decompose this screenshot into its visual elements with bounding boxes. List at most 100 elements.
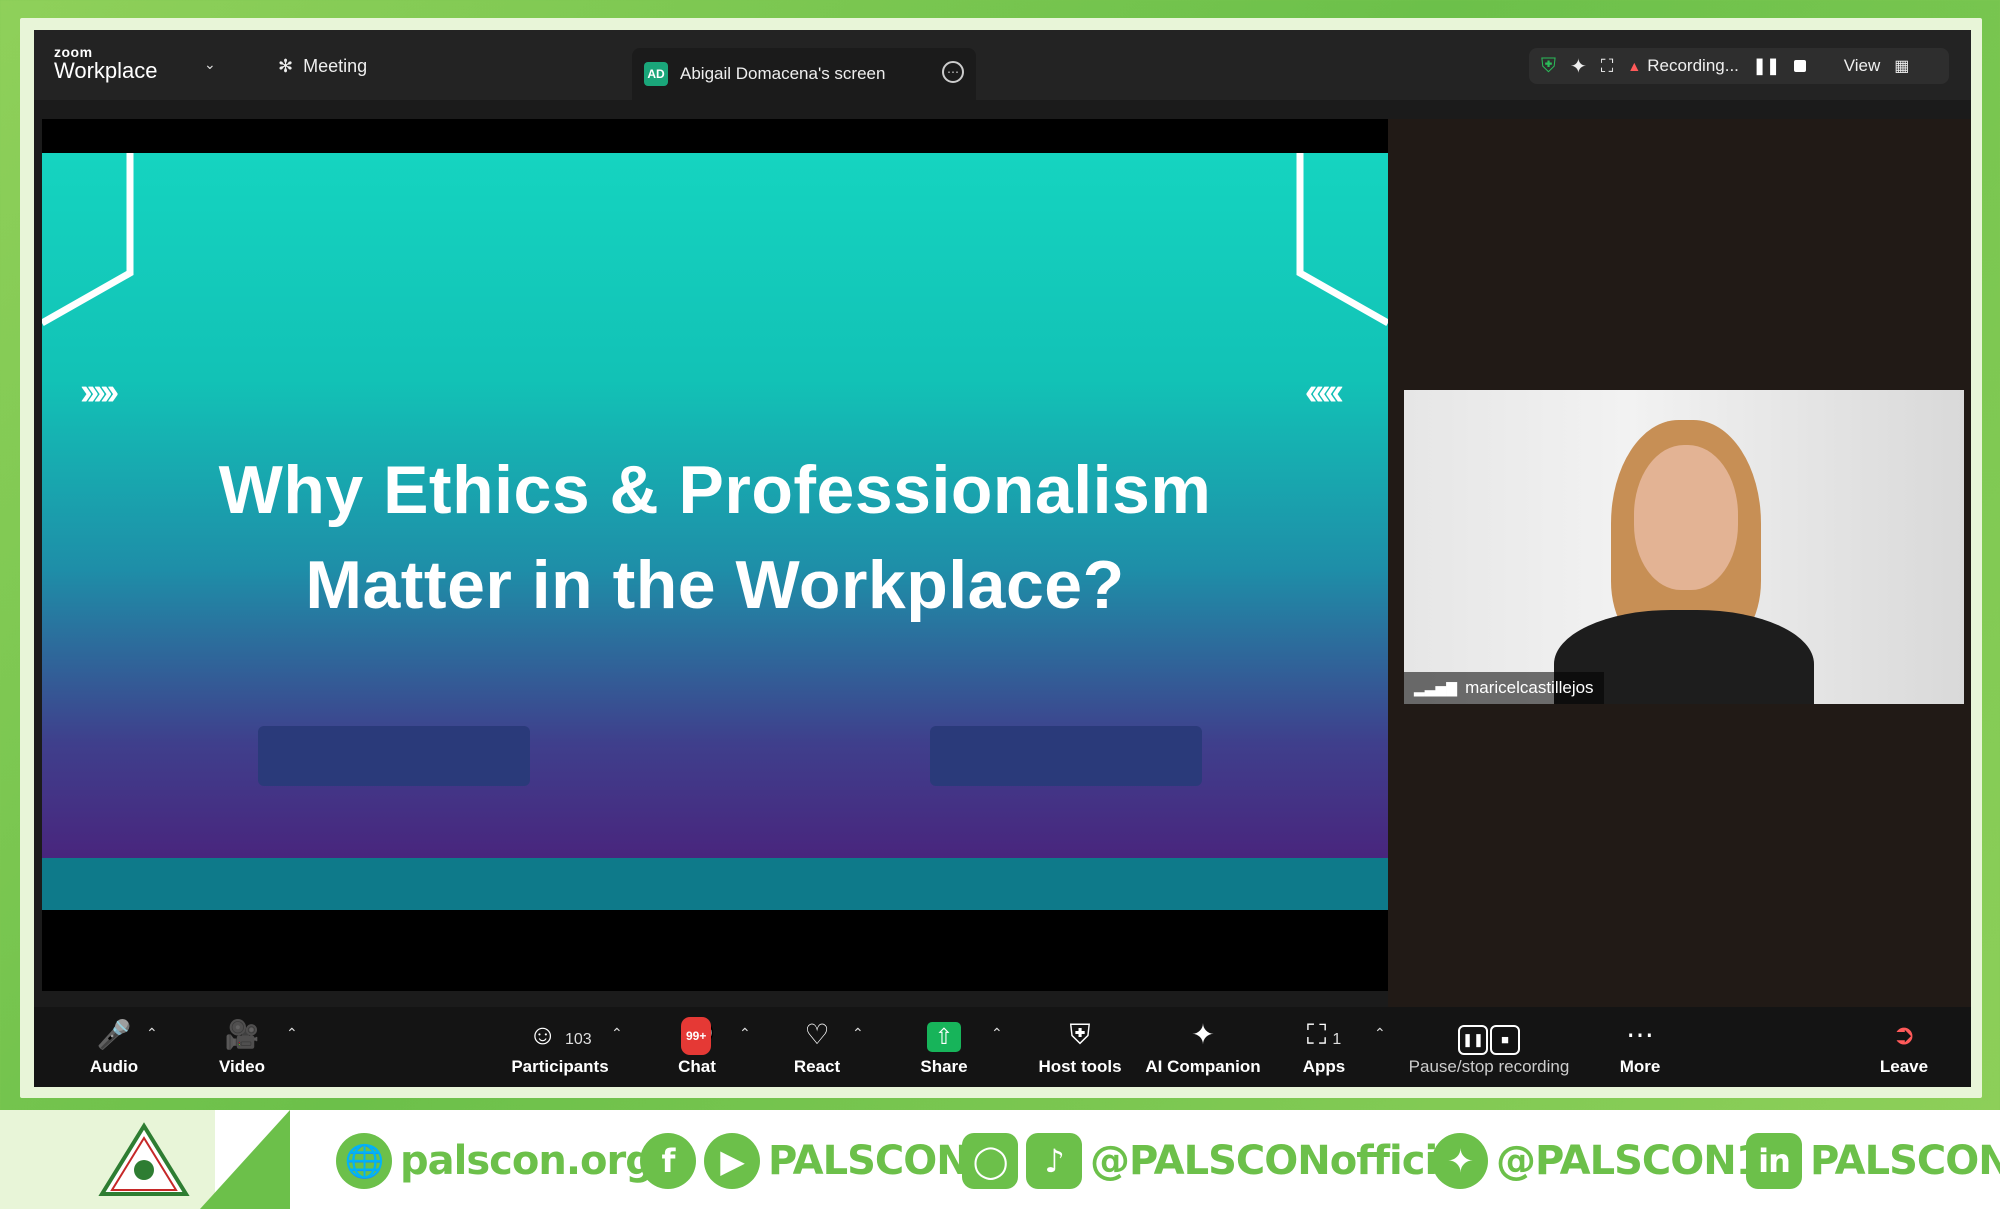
share-button[interactable]: ⇧ Share <box>904 1017 984 1077</box>
share-options-caret[interactable]: ⌃ <box>991 1025 1003 1042</box>
website-link[interactable]: 🌐 palscon.org <box>336 1133 654 1189</box>
host-tools-label: Host tools <box>1038 1057 1122 1076</box>
apps-options-caret[interactable]: ⌃ <box>1374 1025 1386 1042</box>
twitter-icon: ✦ <box>1432 1133 1488 1189</box>
audio-button[interactable]: 🎤 Audio <box>74 1017 154 1077</box>
leave-icon: ➲ <box>1892 1019 1916 1050</box>
slide-corner-left <box>42 153 134 327</box>
participant-name: maricelcastillejos <box>1465 678 1594 697</box>
apps-button[interactable]: ⛶ 1 Apps <box>1284 1017 1364 1077</box>
participant-video[interactable]: ▂▃▅▇ maricelcastillejos <box>1404 390 1964 704</box>
website-text: palscon.org <box>400 1138 654 1184</box>
slide-arrows-left: ››››› <box>80 371 119 413</box>
chat-button[interactable]: 💬99+ Chat <box>657 1017 737 1077</box>
instagram-tiktok-link[interactable]: ◯ ♪ @PALSCONofficial <box>962 1133 1477 1189</box>
twitter-link[interactable]: ✦ @PALSCON1 <box>1432 1133 1764 1189</box>
more-options-icon[interactable]: ⋯ <box>942 61 964 83</box>
facebook-youtube-link[interactable]: f ▶ PALSCON <box>640 1133 970 1189</box>
slide-title-line2: Matter in the Workplace? <box>305 547 1125 623</box>
shared-screen-tab[interactable]: AD Abigail Domacena's screen ⋯ <box>632 48 976 100</box>
fb-yt-handle: PALSCON <box>768 1138 970 1184</box>
chevron-down-icon[interactable]: ⌄ <box>204 56 216 73</box>
linkedin-icon: in <box>1746 1133 1802 1189</box>
ai-companion-button[interactable]: ✦ AI Companion <box>1138 1017 1268 1077</box>
video-options-caret[interactable]: ⌃ <box>286 1025 298 1042</box>
presentation-slide: ››››› ‹‹‹‹‹ Why Ethics & Professionalism… <box>42 153 1388 910</box>
participants-label: Participants <box>511 1057 609 1076</box>
react-button[interactable]: ♡ React <box>777 1017 857 1077</box>
twitter-handle: @PALSCON1 <box>1496 1138 1764 1184</box>
tiktok-icon: ♪ <box>1026 1133 1082 1189</box>
footer-accent-triangle <box>200 1110 290 1209</box>
participant-name-tag: ▂▃▅▇ maricelcastillejos <box>1404 672 1604 704</box>
react-label: React <box>793 1057 841 1076</box>
more-icon: ⋯ <box>1626 1019 1654 1050</box>
brand-large: Workplace <box>54 58 158 83</box>
share-label: Share <box>920 1057 968 1076</box>
video-button[interactable]: 🎥 Video <box>202 1017 282 1077</box>
chat-label: Chat <box>678 1057 716 1076</box>
youtube-icon: ▶ <box>704 1133 760 1189</box>
view-label[interactable]: View <box>1844 56 1881 76</box>
ai-companion-label: AI Companion <box>1145 1057 1261 1076</box>
slide-corner-right <box>1296 153 1388 327</box>
leave-button[interactable]: ➲ Leave <box>1864 1017 1944 1077</box>
meeting-toolbar: 🎤 Audio ⌃ 🎥 Video ⌃ ☺ 103 Participants ⌃ … <box>34 1007 1971 1087</box>
more-button[interactable]: ⋯ More <box>1600 1017 1680 1077</box>
stop-icon: ■ <box>1490 1025 1520 1055</box>
apps-icon: ⛶ 1 <box>1306 1019 1342 1050</box>
shared-screen-title: Abigail Domacena's screen <box>680 64 886 83</box>
heart-icon: ♡ <box>804 1019 830 1050</box>
participants-icon: ☺ 103 <box>528 1019 592 1050</box>
apps-label: Apps <box>1302 1057 1346 1076</box>
pause-stop-label: Pause/stop recording <box>1408 1057 1570 1076</box>
shield-icon[interactable]: ⛨ <box>1541 55 1556 78</box>
participants-button[interactable]: ☺ 103 Participants <box>500 1017 620 1077</box>
pause-icon: ❚❚ <box>1458 1025 1488 1055</box>
share-arrow-icon: ⇧ <box>927 1022 961 1052</box>
chat-icon: 💬99+ <box>657 1017 737 1055</box>
slide-arrows-right: ‹‹‹‹‹ <box>1304 371 1344 413</box>
react-options-caret[interactable]: ⌃ <box>852 1025 864 1042</box>
participants-options-caret[interactable]: ⌃ <box>611 1025 623 1042</box>
slide-placeholder-right <box>930 726 1202 786</box>
view-grid-icon[interactable]: ▦ <box>1894 56 1909 76</box>
meeting-button[interactable]: ✻ Meeting <box>278 56 367 77</box>
video-label: Video <box>219 1057 265 1076</box>
apps-count: 1 <box>1332 1031 1342 1048</box>
audio-options-caret[interactable]: ⌃ <box>146 1025 158 1042</box>
host-tools-button[interactable]: ⛨ Host tools <box>1020 1017 1140 1077</box>
pause-stop-recording-button[interactable]: ❚❚ ■ Pause/stop recording <box>1404 1017 1574 1077</box>
paw-icon: ✻ <box>278 56 294 76</box>
chat-options-caret[interactable]: ⌃ <box>739 1025 751 1042</box>
globe-icon: 🌐 <box>336 1133 392 1189</box>
sparkle-icon[interactable]: ✦ <box>1570 54 1587 79</box>
audio-label: Audio <box>89 1057 139 1076</box>
slide-placeholder-left <box>258 726 530 786</box>
zoom-brand: zoom Workplace <box>54 44 158 84</box>
sharer-avatar: AD <box>644 62 668 86</box>
linkedin-link[interactable]: in PALSCON <box>1746 1133 2000 1189</box>
video-off-icon: 🎥 <box>224 1019 260 1050</box>
ig-tt-handle: @PALSCONofficial <box>1090 1138 1477 1184</box>
stop-icon[interactable] <box>1793 60 1806 72</box>
muted-mic-icon: 🎤 <box>96 1019 132 1050</box>
cloud-record-icon: ▲ <box>1627 58 1642 74</box>
zoom-window: zoom Workplace ⌄ ✻ Meeting AD Abigail Do… <box>34 30 1971 1087</box>
top-bar: zoom Workplace ⌄ ✻ Meeting AD Abigail Do… <box>34 30 1971 100</box>
participants-count: 103 <box>564 1031 592 1048</box>
palscon-logo <box>98 1122 190 1196</box>
shield-icon: ⛨ <box>1069 1019 1091 1050</box>
leave-label: Leave <box>1879 1057 1929 1076</box>
pause-icon[interactable]: ❚❚ <box>1753 56 1780 76</box>
slide-footer-band <box>42 858 1388 910</box>
participant-face <box>1634 445 1738 590</box>
instagram-icon: ◯ <box>962 1133 1018 1189</box>
status-bar: ⛨ ✦ ⛶ ▲ Recording... ❚❚ View ▦ <box>1529 48 1949 84</box>
linkedin-handle: PALSCON <box>1810 1138 2000 1184</box>
chat-unread-badge: 99+ <box>681 1017 712 1055</box>
sparkle-icon: ✦ <box>1191 1019 1215 1050</box>
slide-title-line1: Why Ethics & Professionalism <box>218 452 1212 528</box>
more-label: More <box>1619 1057 1661 1076</box>
focus-icon[interactable]: ⛶ <box>1601 56 1614 77</box>
